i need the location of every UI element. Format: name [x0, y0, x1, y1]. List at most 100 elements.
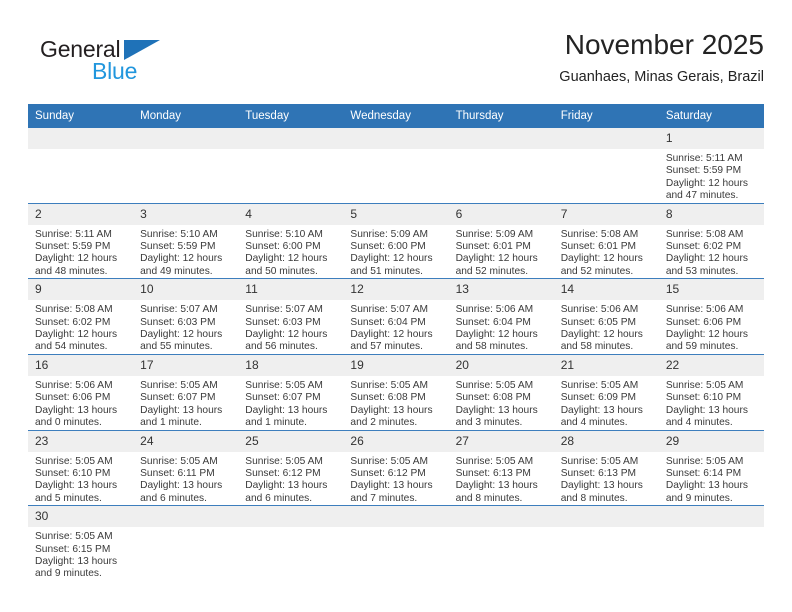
calendar-day-cell[interactable]: 15 Sunrise: 5:06 AM Sunset: 6:06 PM Dayligh… [658, 278, 764, 355]
daylight-text-line1: Daylight: 13 hours [665, 480, 748, 492]
calendar-day-cell[interactable]: 30 Sunrise: 5:05 AM Sunset: 6:15 PM Dayligh… [28, 505, 134, 581]
calendar-cell-empty [658, 505, 764, 581]
calendar-day-cell[interactable]: 25 Sunrise: 5:05 AM Sunset: 6:12 PM Dayligh… [238, 430, 344, 507]
weekday-header-monday: Monday [133, 104, 239, 128]
daylight-text-line1: Daylight: 12 hours [350, 253, 433, 265]
day-number: 7 [553, 203, 659, 225]
calendar-day-cell[interactable]: 23 Sunrise: 5:05 AM Sunset: 6:10 PM Dayligh… [28, 430, 134, 507]
daylight-text-line2: and 8 minutes. [455, 492, 523, 504]
daylight-text-line2: and 1 minute. [140, 417, 202, 429]
day-details: Sunrise: 5:05 AM Sunset: 6:09 PM Daylight:… [554, 376, 659, 430]
daylight-text-line2: and 48 minutes. [35, 265, 108, 277]
calendar-day-cell[interactable]: 20 Sunrise: 5:05 AM Sunset: 6:08 PM Dayligh… [448, 354, 554, 431]
day-number: 1 [658, 128, 764, 149]
sunset-text: Sunset: 6:04 PM [350, 316, 426, 328]
day-number [343, 506, 449, 528]
calendar-day-cell[interactable]: 22 Sunrise: 5:05 AM Sunset: 6:10 PM Dayligh… [658, 354, 764, 431]
calendar-day-cell[interactable]: 17 Sunrise: 5:05 AM Sunset: 6:07 PM Dayligh… [133, 354, 239, 431]
calendar-day-cell[interactable]: 9 Sunrise: 5:08 AM Sunset: 6:02 PM Daylight… [28, 278, 134, 355]
day-details: Sunrise: 5:09 AM Sunset: 6:01 PM Daylight:… [449, 225, 554, 279]
sunrise-text: Sunrise: 5:07 AM [245, 304, 323, 316]
sunrise-text: Sunrise: 5:05 AM [665, 379, 744, 391]
daylight-text-line2: and 51 minutes. [350, 265, 423, 277]
daylight-text-line2: and 53 minutes. [665, 265, 739, 277]
calendar-day-cell[interactable]: 4 Sunrise: 5:10 AM Sunset: 6:00 PM Daylight… [238, 203, 344, 280]
day-details: Sunrise: 5:11 AM Sunset: 5:59 PM Daylight:… [28, 225, 133, 279]
calendar-day-cell[interactable]: 3 Sunrise: 5:10 AM Sunset: 5:59 PM Daylight… [133, 203, 239, 280]
daylight-text-line2: and 55 minutes. [140, 341, 213, 353]
day-details: Sunrise: 5:06 AM Sunset: 6:04 PM Daylight:… [449, 300, 554, 354]
triangle-icon [124, 40, 160, 60]
calendar-day-cell[interactable]: 11 Sunrise: 5:07 AM Sunset: 6:03 PM Dayligh… [238, 278, 344, 355]
calendar-day-cell[interactable]: 6 Sunrise: 5:09 AM Sunset: 6:01 PM Daylight… [448, 203, 554, 280]
sunset-text: Sunset: 6:07 PM [245, 392, 321, 404]
day-details: Sunrise: 5:11 AM Sunset: 5:59 PM Daylight:… [659, 149, 764, 203]
day-number: 2 [28, 203, 134, 225]
calendar-day-cell[interactable]: 16 Sunrise: 5:06 AM Sunset: 6:06 PM Dayligh… [28, 354, 134, 431]
calendar-day-cell[interactable]: 8 Sunrise: 5:08 AM Sunset: 6:02 PM Daylight… [658, 203, 764, 280]
calendar-day-cell[interactable]: 29 Sunrise: 5:05 AM Sunset: 6:14 PM Dayligh… [658, 430, 764, 507]
general-blue-logo[interactable]: General Blue [40, 36, 220, 92]
sunset-text: Sunset: 6:15 PM [35, 543, 111, 555]
sunrise-text: Sunrise: 5:08 AM [35, 304, 113, 316]
daylight-text-line2: and 59 minutes. [665, 341, 739, 353]
daylight-text-line1: Daylight: 13 hours [350, 404, 433, 416]
calendar-day-cell[interactable]: 5 Sunrise: 5:09 AM Sunset: 6:00 PM Daylight… [343, 203, 449, 280]
day-number: 22 [658, 354, 764, 376]
day-details: Sunrise: 5:08 AM Sunset: 6:01 PM Daylight:… [554, 225, 659, 279]
calendar-day-cell[interactable]: 14 Sunrise: 5:06 AM Sunset: 6:05 PM Dayligh… [553, 278, 659, 355]
day-details: Sunrise: 5:05 AM Sunset: 6:08 PM Daylight:… [449, 376, 554, 430]
sunset-text: Sunset: 6:08 PM [350, 392, 426, 404]
sunrise-text: Sunrise: 5:05 AM [560, 455, 639, 467]
sunset-text: Sunset: 6:10 PM [665, 392, 742, 404]
day-number: 24 [133, 430, 239, 452]
calendar-day-cell[interactable]: 12 Sunrise: 5:07 AM Sunset: 6:04 PM Dayligh… [343, 278, 449, 355]
calendar-cell-empty [238, 505, 344, 581]
sunset-text: Sunset: 6:08 PM [455, 392, 531, 404]
sunrise-text: Sunrise: 5:10 AM [140, 228, 218, 240]
calendar-day-cell[interactable]: 7 Sunrise: 5:08 AM Sunset: 6:01 PM Daylight… [553, 203, 659, 280]
sunrise-text: Sunrise: 5:09 AM [350, 228, 429, 240]
calendar-day-cell[interactable]: 18 Sunrise: 5:05 AM Sunset: 6:07 PM Dayligh… [238, 354, 344, 431]
calendar-day-cell[interactable]: 27 Sunrise: 5:05 AM Sunset: 6:13 PM Dayligh… [448, 430, 554, 507]
sunrise-text: Sunrise: 5:05 AM [140, 455, 218, 467]
day-details: Sunrise: 5:10 AM Sunset: 5:59 PM Daylight:… [133, 225, 238, 279]
sunset-text: Sunset: 6:00 PM [245, 241, 321, 253]
calendar-day-cell[interactable]: 2 Sunrise: 5:11 AM Sunset: 5:59 PM Daylight… [28, 203, 134, 280]
daylight-text-line1: Daylight: 12 hours [665, 253, 748, 265]
daylight-text-line2: and 57 minutes. [350, 341, 423, 353]
calendar-day-cell[interactable]: 1 Sunrise: 5:11 AM Sunset: 5:59 PM Daylight… [658, 128, 764, 204]
sunset-text: Sunset: 6:09 PM [560, 392, 637, 404]
daylight-text-line1: Daylight: 12 hours [560, 329, 643, 341]
daylight-text-line2: and 9 minutes. [35, 568, 102, 580]
daylight-text-line2: and 3 minutes. [455, 417, 523, 429]
calendar-cell-empty [448, 128, 554, 204]
calendar-day-cell[interactable]: 28 Sunrise: 5:05 AM Sunset: 6:13 PM Dayligh… [553, 430, 659, 507]
day-details: Sunrise: 5:05 AM Sunset: 6:07 PM Daylight:… [133, 376, 238, 430]
day-details: Sunrise: 5:07 AM Sunset: 6:04 PM Daylight:… [343, 300, 448, 354]
day-number: 4 [238, 203, 344, 225]
daylight-text-line2: and 54 minutes. [35, 341, 108, 353]
calendar-day-cell[interactable]: 19 Sunrise: 5:05 AM Sunset: 6:08 PM Dayligh… [343, 354, 449, 431]
day-number: 20 [448, 354, 554, 376]
calendar-day-cell[interactable]: 26 Sunrise: 5:05 AM Sunset: 6:12 PM Dayligh… [343, 430, 449, 507]
day-number: 18 [238, 354, 344, 376]
day-details: Sunrise: 5:05 AM Sunset: 6:15 PM Daylight:… [28, 527, 133, 581]
day-details: Sunrise: 5:05 AM Sunset: 6:08 PM Daylight:… [343, 376, 448, 430]
calendar-day-cell[interactable]: 10 Sunrise: 5:07 AM Sunset: 6:03 PM Dayligh… [133, 278, 239, 355]
calendar-day-cell[interactable]: 24 Sunrise: 5:05 AM Sunset: 6:11 PM Dayligh… [133, 430, 239, 507]
day-number: 15 [658, 279, 764, 301]
day-details: Sunrise: 5:06 AM Sunset: 6:06 PM Daylight:… [659, 300, 764, 354]
daylight-text-line1: Daylight: 13 hours [350, 480, 433, 492]
day-number [238, 128, 344, 149]
daylight-text-line2: and 58 minutes. [560, 341, 634, 353]
calendar-day-cell[interactable]: 13 Sunrise: 5:06 AM Sunset: 6:04 PM Dayligh… [448, 278, 554, 355]
sunrise-text: Sunrise: 5:06 AM [35, 379, 113, 391]
sunset-text: Sunset: 6:06 PM [665, 316, 742, 328]
calendar-grid: Sunday Monday Tuesday Wednesday Thursday… [28, 104, 764, 581]
daylight-text-line1: Daylight: 13 hours [35, 404, 118, 416]
calendar-day-cell[interactable]: 21 Sunrise: 5:05 AM Sunset: 6:09 PM Dayligh… [553, 354, 659, 431]
day-details: Sunrise: 5:05 AM Sunset: 6:07 PM Daylight:… [238, 376, 343, 430]
title-block: November 2025 Guanhaes, Minas Gerais, Br… [559, 28, 764, 88]
day-number: 26 [343, 430, 449, 452]
